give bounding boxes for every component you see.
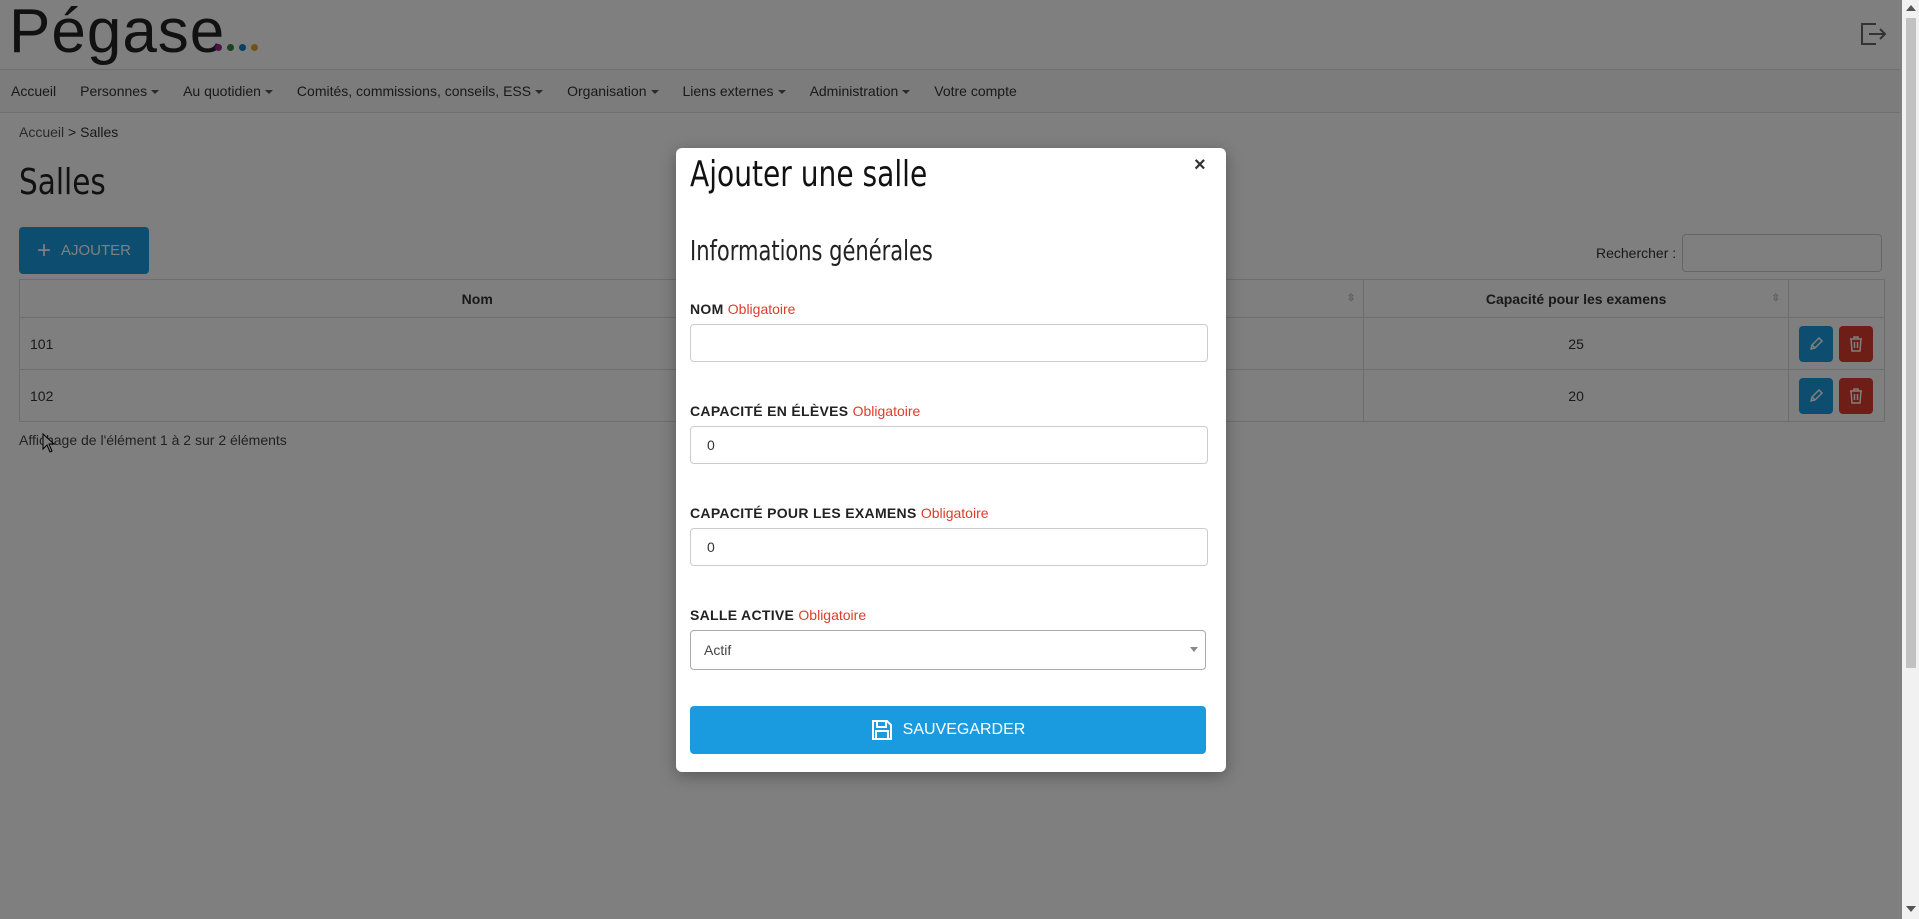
label-text: CAPACITÉ POUR LES EXAMENS xyxy=(690,505,917,521)
scroll-thumb[interactable] xyxy=(1906,18,1916,668)
chevron-down-icon xyxy=(1190,647,1198,652)
section-title: Informations générales xyxy=(690,234,933,267)
capacite-eleves-input[interactable]: 0 xyxy=(690,426,1208,464)
capacite-examens-input[interactable]: 0 xyxy=(690,528,1208,566)
add-room-modal: Ajouter une salle × Informations général… xyxy=(676,148,1226,772)
label-text: CAPACITÉ EN ÉLÈVES xyxy=(690,403,849,419)
close-button[interactable]: × xyxy=(1194,154,1206,177)
nom-input[interactable] xyxy=(690,324,1208,362)
modal-title: Ajouter une salle xyxy=(690,154,928,195)
required-tag: Obligatoire xyxy=(920,505,989,521)
required-tag: Obligatoire xyxy=(852,403,921,419)
label-text: NOM xyxy=(690,301,724,317)
required-tag: Obligatoire xyxy=(798,607,867,623)
capacite-eleves-label: CAPACITÉ EN ÉLÈVES Obligatoire xyxy=(690,403,920,419)
capacite-examens-label: CAPACITÉ POUR LES EXAMENS Obligatoire xyxy=(690,505,989,521)
floppy-disk-icon xyxy=(871,720,892,740)
scrollbar[interactable] xyxy=(1902,0,1919,919)
select-value: Actif xyxy=(704,642,732,658)
nom-label: NOM Obligatoire xyxy=(690,301,795,317)
scroll-down-icon[interactable] xyxy=(1906,906,1916,912)
salle-active-label: SALLE ACTIVE Obligatoire xyxy=(690,607,866,623)
salle-active-select[interactable]: Actif xyxy=(690,630,1206,670)
label-text: SALLE ACTIVE xyxy=(690,607,795,623)
save-button-label: SAUVEGARDER xyxy=(902,721,1026,738)
save-button[interactable]: SAUVEGARDER xyxy=(690,706,1206,754)
scroll-up-icon[interactable] xyxy=(1906,5,1916,11)
required-tag: Obligatoire xyxy=(727,301,796,317)
